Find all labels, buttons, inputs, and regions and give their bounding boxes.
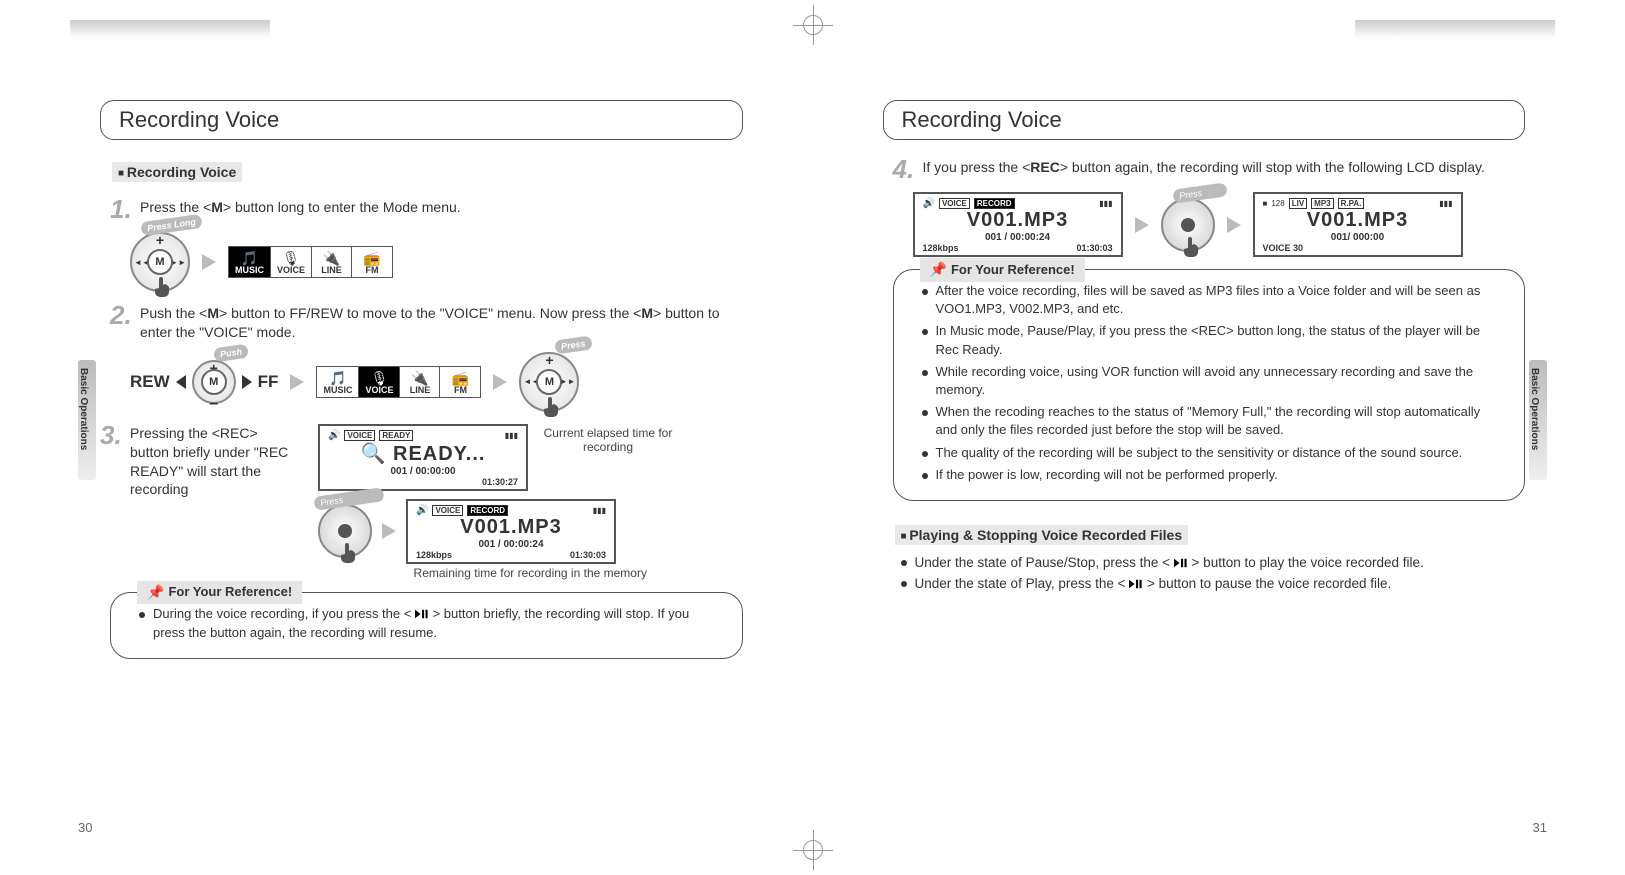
lcd-recording-right: 🔊VOICERECORD▮▮▮ V001.MP3 001 / 00:00:24 …: [913, 192, 1123, 257]
caption-elapsed: Current elapsed time for recording: [538, 426, 678, 454]
step-4: 4. If you press the <REC> button again, …: [893, 158, 1526, 182]
step-1: 1. Press the <M> button long to enter th…: [110, 198, 743, 222]
heading-text: Recording Voice: [119, 107, 279, 133]
bullet-pause: Under the state of Play, press the < > b…: [901, 574, 1526, 595]
m-dial-icon: +– ◄◄►► Press Long: [130, 232, 190, 292]
reference-item: The quality of the recording will be sub…: [922, 444, 1505, 462]
reference-item: During the voice recording, if you press…: [139, 605, 722, 642]
rec-button-icon: Press: [318, 504, 372, 558]
reference-tab: 📌For Your Reference!: [137, 581, 302, 605]
reference-item: If the power is low, recording will not …: [922, 466, 1505, 484]
play-pause-icon: [415, 606, 429, 624]
step4-graphic-row: 🔊VOICERECORD▮▮▮ V001.MP3 001 / 00:00:24 …: [913, 192, 1526, 257]
reference-item: While recording voice, using VOR functio…: [922, 363, 1505, 399]
pin-icon: 📌: [930, 260, 947, 280]
page-left: Basic Operations Recording Voice Recordi…: [0, 0, 813, 875]
mode-menu-voice: 🎵MUSIC 🎙VOICE 🔌LINE 📻FM: [316, 366, 481, 398]
mode-menu: 🎵MUSIC 🎙VOICE 🔌LINE 📻FM: [228, 246, 393, 278]
arrow-icon: [202, 254, 216, 270]
heading-right: Recording Voice: [883, 100, 1526, 140]
play-pause-icon: [1129, 575, 1143, 595]
step1-graphic-row: +– ◄◄►► Press Long 🎵MUSIC 🎙VOICE 🔌LINE 📻…: [130, 232, 743, 292]
rec-button-icon-right: Press: [1161, 198, 1215, 252]
push-badge: Push: [213, 343, 249, 362]
reference-item: In Music mode, Pause/Play, if you press …: [922, 322, 1505, 358]
bullet-play: Under the state of Pause/Stop, press the…: [901, 553, 1526, 574]
pin-icon: 📌: [147, 583, 164, 603]
page-number-left: 30: [78, 820, 92, 835]
play-pause-icon: [1174, 554, 1188, 574]
page-number-right: 31: [1533, 820, 1547, 835]
press-badge-2: Press: [313, 487, 384, 511]
hand-icon: [150, 276, 174, 300]
hand-icon: [336, 542, 360, 566]
hand-icon: [539, 396, 563, 420]
play-stop-bullets: Under the state of Pause/Stop, press the…: [901, 553, 1526, 596]
reference-box-left: 📌For Your Reference! During the voice re…: [110, 592, 743, 659]
heading-left: Recording Voice: [100, 100, 743, 140]
subheading-playing-stopping: Playing & Stopping Voice Recorded Files: [895, 525, 1189, 545]
rew-ff-label: REW +– Push FF: [130, 360, 278, 404]
reference-tab-right: 📌For Your Reference!: [920, 258, 1085, 282]
step-2: 2. Push the <M> button to FF/REW to move…: [110, 304, 743, 342]
m-dial-small-icon: +– Push: [192, 360, 236, 404]
reference-item: When the recoding reaches to the status …: [922, 403, 1505, 439]
reference-box-right: 📌For Your Reference! After the voice rec…: [893, 269, 1526, 501]
lcd-ready: 🔊VOICEREADY▮▮▮ 🔍 READY... 001 / 00:00:00…: [318, 424, 528, 491]
lcd-stopped: ■128LIVMP3R.PA.▮▮▮ V001.MP3 001/ 000:00 …: [1253, 192, 1463, 257]
step2-graphic-row: REW +– Push FF 🎵MUSIC 🎙VOICE 🔌LINE 📻FM +…: [130, 352, 743, 412]
caption-remaining: Remaining time for recording in the memo…: [318, 566, 743, 580]
side-tab-left: Basic Operations: [78, 360, 96, 480]
lcd-recording: 🔊VOICERECORD▮▮▮ V001.MP3 001 / 00:00:24 …: [406, 499, 616, 564]
subheading-recording-voice: Recording Voice: [112, 162, 242, 182]
press-badge-right: Press: [1172, 182, 1227, 203]
hand-icon: [1179, 236, 1203, 260]
page-right: Basic Operations Recording Voice 4. If y…: [813, 0, 1625, 875]
step-3: 3. Pressing the <REC> button briefly und…: [100, 424, 300, 500]
reference-item: After the voice recording, files will be…: [922, 282, 1505, 318]
side-tab-right: Basic Operations: [1529, 360, 1547, 480]
m-dial-press-icon: +– ◄◄►► Press: [519, 352, 579, 412]
